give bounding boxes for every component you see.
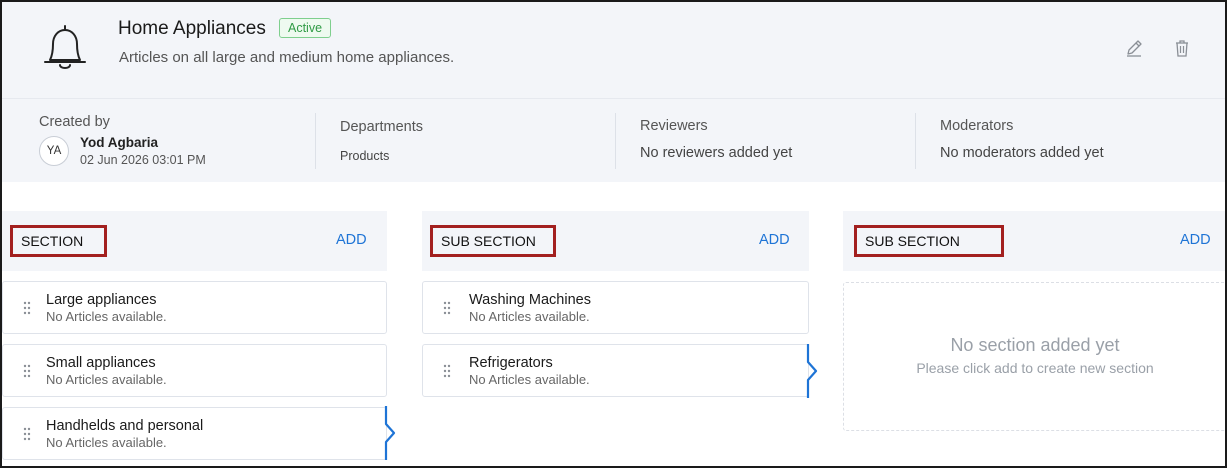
list-item-subtitle: No Articles available.: [469, 372, 590, 387]
list-item-title: Small appliances: [46, 355, 156, 371]
category-description: Articles on all large and medium home ap…: [119, 49, 455, 66]
add-subsection-button[interactable]: ADD: [759, 232, 790, 248]
selected-chevron-icon: [806, 344, 818, 398]
list-item[interactable]: Small appliances No Articles available.: [2, 344, 387, 397]
category-title: Home Appliances: [118, 18, 266, 39]
selected-chevron-icon: [384, 406, 396, 460]
departments-value: Products: [340, 149, 390, 163]
reviewers-label: Reviewers: [640, 118, 708, 134]
list-item[interactable]: Washing Machines No Articles available.: [422, 281, 809, 334]
moderators-label: Moderators: [940, 118, 1014, 134]
list-item-subtitle: No Articles available.: [46, 309, 167, 324]
empty-state-subtitle: Please click add to create new section: [916, 360, 1154, 376]
trash-icon[interactable]: [1172, 38, 1192, 58]
list-item-title: Large appliances: [46, 292, 157, 308]
list-item-subtitle: No Articles available.: [46, 435, 167, 450]
section-column-header: SECTION ADD: [2, 211, 387, 271]
list-item-subtitle: No Articles available.: [46, 372, 167, 387]
reviewers-value: No reviewers added yet: [640, 145, 793, 161]
list-item-title: Handhelds and personal: [46, 418, 204, 434]
moderators-value: No moderators added yet: [940, 145, 1104, 161]
category-header: Home Appliances Active Articles on all l…: [2, 2, 1225, 98]
subsection-column-header: SUB SECTION ADD: [422, 211, 809, 271]
subsection-column-header: SUB SECTION ADD: [843, 211, 1225, 271]
drag-handle-icon[interactable]: [443, 301, 451, 315]
drag-handle-icon[interactable]: [23, 364, 31, 378]
status-badge: Active: [279, 18, 332, 38]
divider: [315, 113, 316, 169]
drag-handle-icon[interactable]: [443, 364, 451, 378]
list-item-title: Washing Machines: [469, 292, 591, 308]
avatar: YA: [39, 136, 69, 166]
drag-handle-icon[interactable]: [23, 301, 31, 315]
empty-state: No section added yet Please click add to…: [843, 282, 1225, 431]
add-subsection-button[interactable]: ADD: [1180, 232, 1211, 248]
bell-icon: [44, 25, 86, 69]
list-item-selected[interactable]: Handhelds and personal No Articles avail…: [2, 407, 387, 460]
list-item[interactable]: Large appliances No Articles available.: [2, 281, 387, 334]
category-meta-row: Created by YA Yod Agbaria 02 Jun 2026 03…: [2, 98, 1225, 182]
list-item-selected[interactable]: Refrigerators No Articles available.: [422, 344, 809, 397]
creator-name: Yod Agbaria: [80, 135, 159, 150]
empty-state-title: No section added yet: [950, 335, 1120, 355]
divider: [915, 113, 916, 169]
drag-handle-icon[interactable]: [23, 427, 31, 441]
section-column-title: SECTION: [10, 225, 107, 257]
divider: [615, 113, 616, 169]
add-section-button[interactable]: ADD: [336, 232, 367, 248]
created-by-label: Created by: [39, 114, 110, 130]
list-item-subtitle: No Articles available.: [469, 309, 590, 324]
subsection-column-title: SUB SECTION: [430, 225, 556, 257]
created-date: 02 Jun 2026 03:01 PM: [80, 153, 206, 167]
list-item-title: Refrigerators: [469, 355, 553, 371]
subsection-column-title: SUB SECTION: [854, 225, 1004, 257]
category-detail-panel: Home Appliances Active Articles on all l…: [0, 0, 1227, 468]
departments-label: Departments: [340, 119, 424, 135]
edit-icon[interactable]: [1124, 38, 1144, 58]
